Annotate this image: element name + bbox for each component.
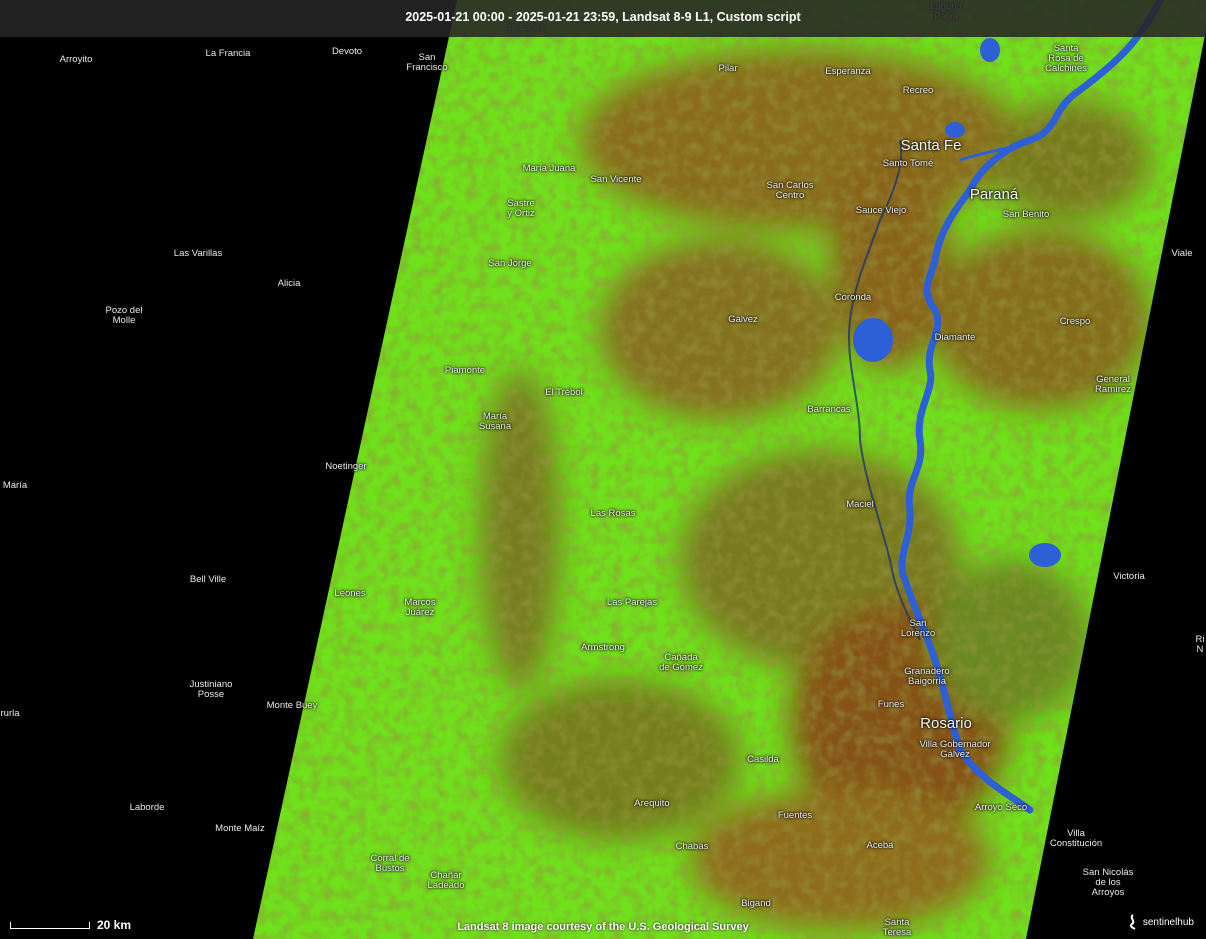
sentinelhub-logo[interactable]: sentinelhub xyxy=(1127,914,1194,930)
satellite-image xyxy=(253,0,1206,939)
date-layer-header: 2025-01-21 00:00 - 2025-01-21 23:59, Lan… xyxy=(0,0,1206,37)
logo-text: sentinelhub xyxy=(1142,916,1194,928)
scale-bar xyxy=(10,922,90,929)
map-viewport[interactable]: Laguna Paivade SantaArroyitoLa FranciaDe… xyxy=(0,0,1206,939)
image-attribution: Landsat 8 image courtesy of the U.S. Geo… xyxy=(457,921,749,933)
sentinelhub-icon xyxy=(1129,914,1136,930)
header-title: 2025-01-21 00:00 - 2025-01-21 23:59, Lan… xyxy=(405,10,801,24)
scale-label: 20 km xyxy=(97,918,132,932)
